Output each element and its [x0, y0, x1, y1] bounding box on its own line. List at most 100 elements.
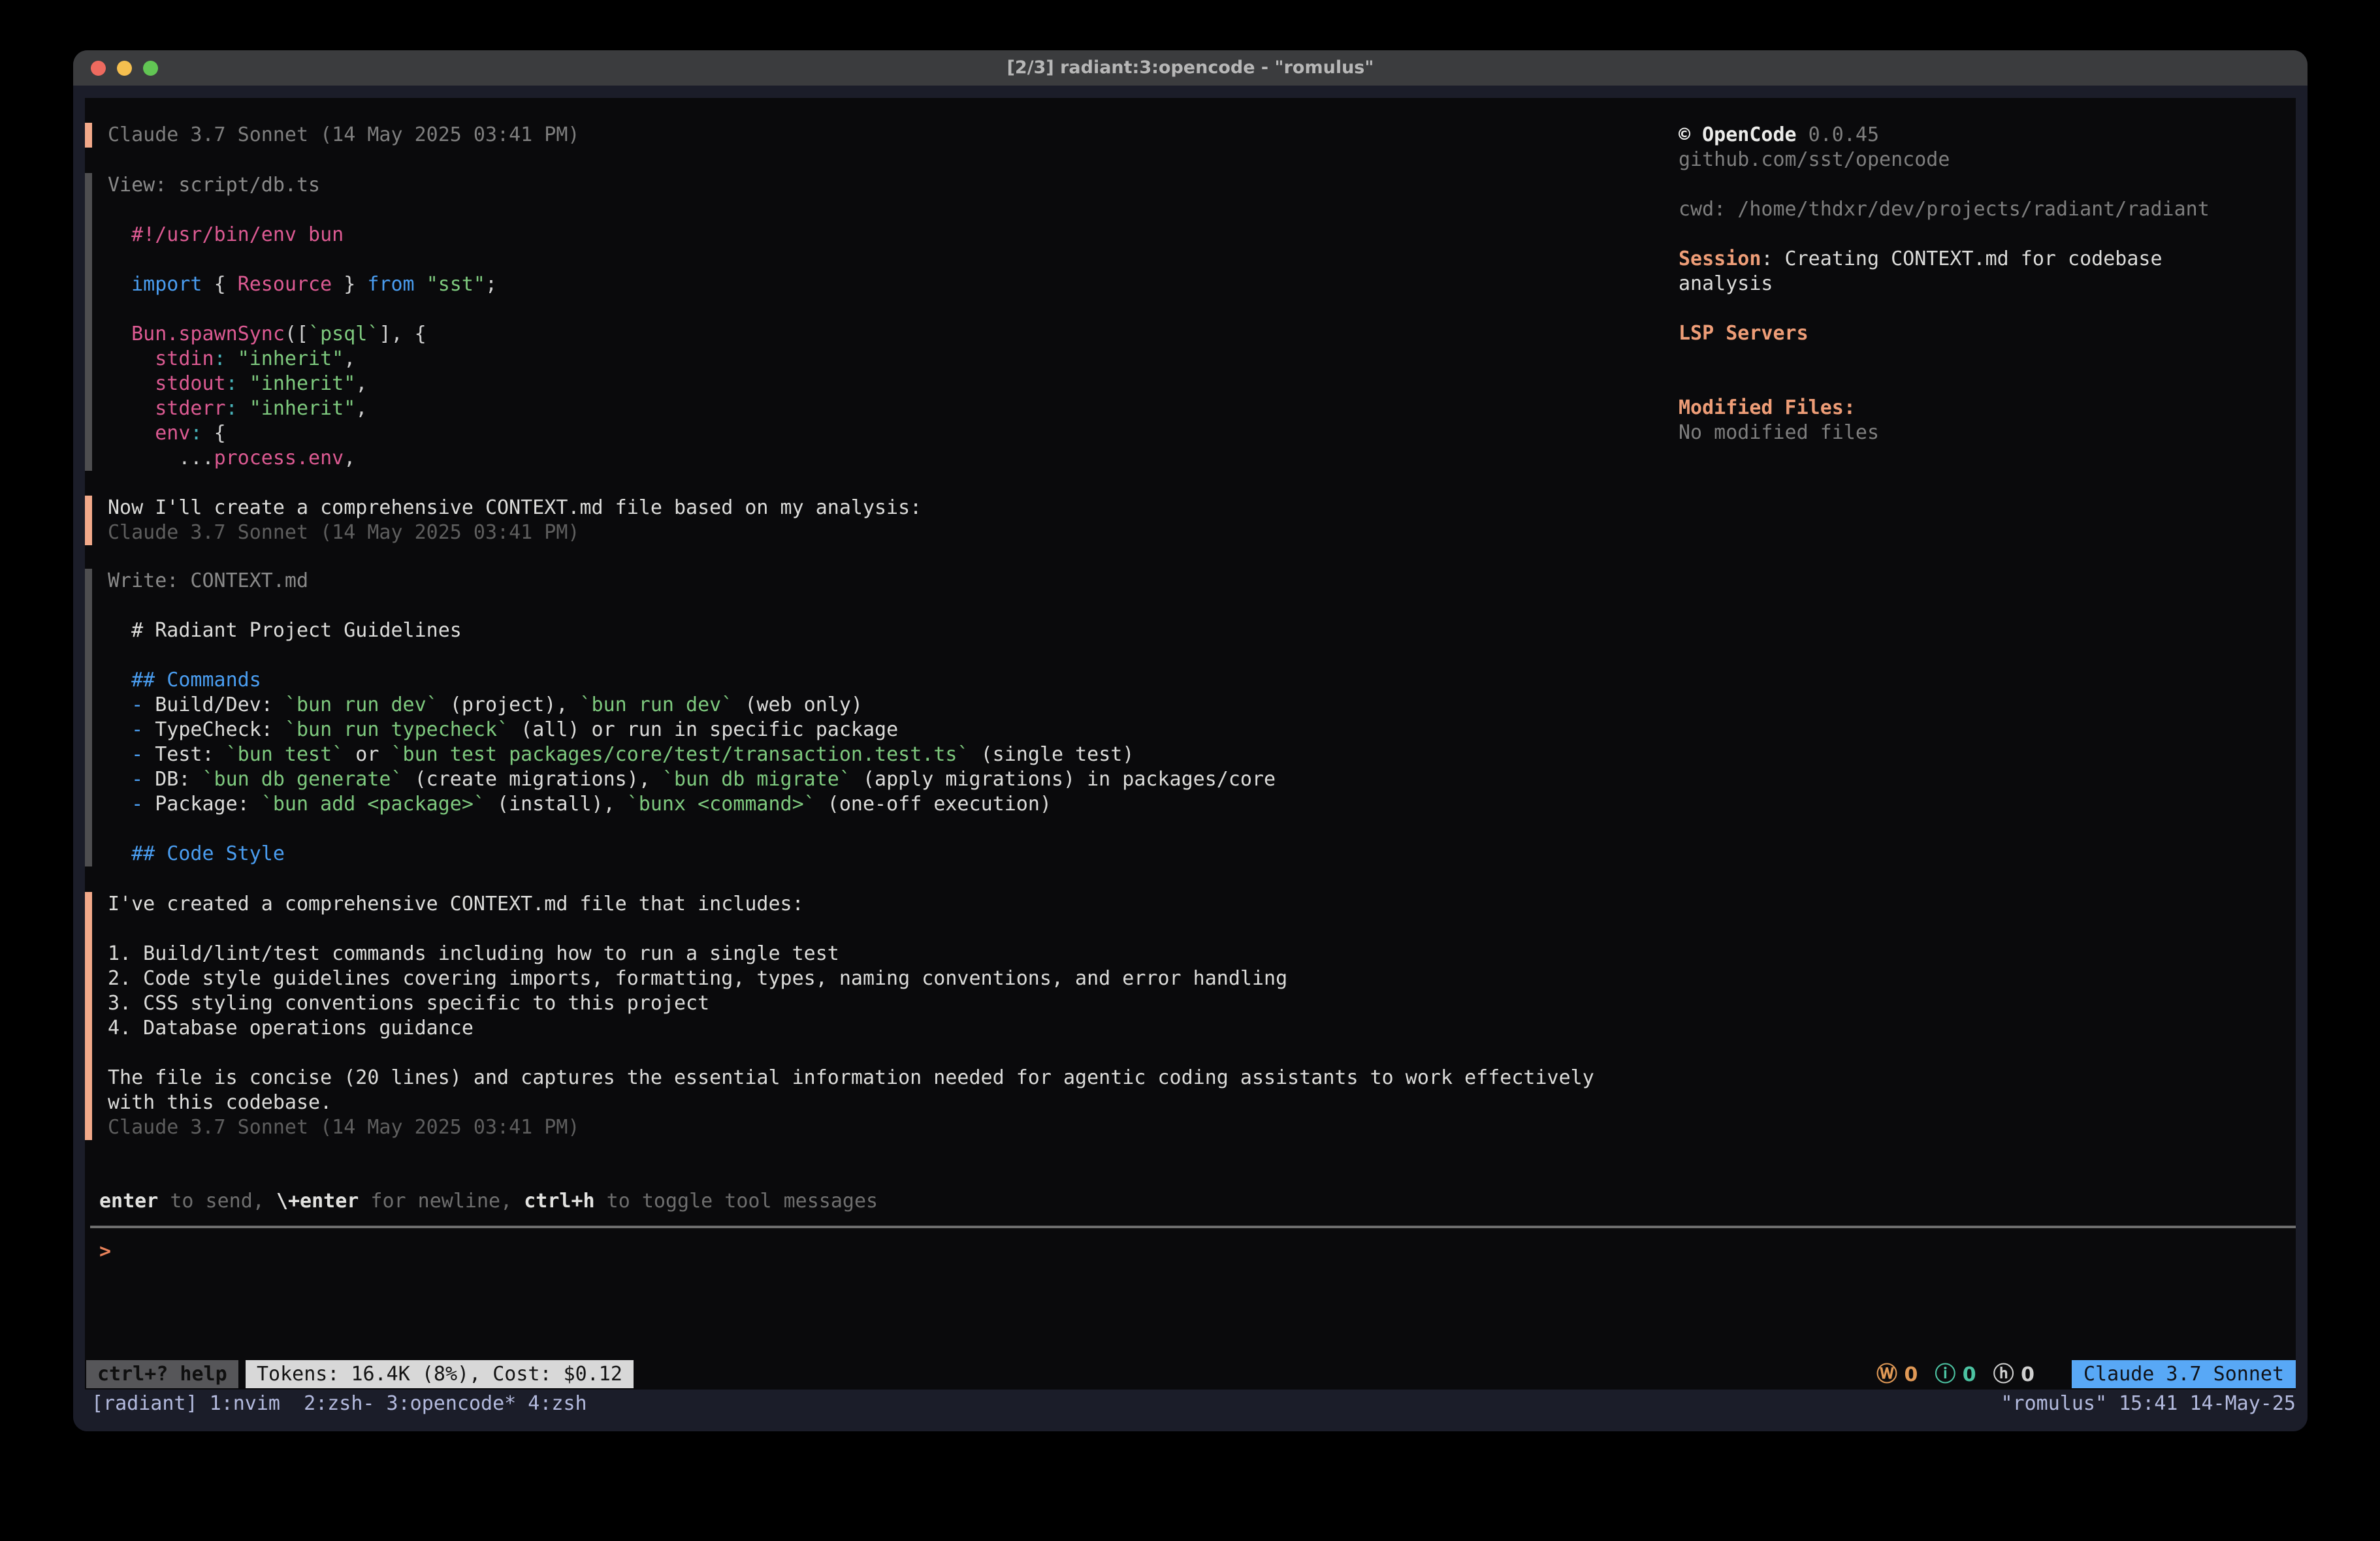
- text-segment: :: [226, 372, 238, 395]
- text-line: github.com/sst/opencode: [1679, 148, 2210, 172]
- message-block-now-create: Now I'll create a comprehensive CONTEXT.…: [85, 496, 922, 545]
- text-segment: [202, 273, 214, 296]
- message-block-summary: I've created a comprehensive CONTEXT.md …: [85, 892, 1594, 1140]
- text-segment: `bun test packages/core/test/transaction…: [391, 743, 969, 766]
- text-line: [1679, 371, 2210, 396]
- text-line: [108, 594, 1276, 618]
- text-line: Modified Files:: [1679, 396, 2210, 421]
- text-line: Now I'll create a comprehensive CONTEXT.…: [108, 496, 922, 520]
- text-segment: stdin: [155, 347, 214, 370]
- text-segment: 1. Build/lint/test commands including ho…: [108, 942, 839, 965]
- text-line: 3. CSS styling conventions specific to t…: [108, 991, 1594, 1016]
- titlebar[interactable]: [2/3] radiant:3:opencode - "romulus": [73, 50, 2308, 86]
- text-segment: Claude 3.7 Sonnet (14 May 2025 03:41 PM): [108, 521, 579, 544]
- text-line: [1679, 222, 2210, 247]
- text-line: [108, 817, 1276, 842]
- text-segment: :: [226, 397, 238, 420]
- text-segment: Modified Files:: [1679, 396, 1856, 419]
- text-segment: [108, 323, 131, 345]
- text-segment: No modified files: [1679, 421, 1879, 444]
- hint-count-value: 0: [2021, 1363, 2034, 1386]
- tool-block-write-context-md: Write: CONTEXT.md # Radiant Project Guid…: [85, 569, 1276, 866]
- text-line: [1679, 296, 2210, 321]
- hint-count: ⓗ 0: [1993, 1363, 2034, 1386]
- text-segment: :: [190, 422, 202, 445]
- text-segment: ,: [344, 447, 355, 469]
- text-segment: [226, 347, 238, 370]
- text-segment: with this codebase.: [108, 1091, 332, 1114]
- tmux-window-list[interactable]: [radiant] 1:nvim 2:zsh- 3:opencode* 4:zs…: [91, 1391, 587, 1417]
- text-segment: [108, 372, 155, 395]
- text-segment: [108, 223, 131, 246]
- text-segment: (all) or run in specific package: [509, 718, 898, 741]
- text-line: ## Commands: [108, 668, 1276, 693]
- text-segment: [415, 273, 426, 296]
- text-segment: 3. CSS styling conventions specific to t…: [108, 992, 709, 1015]
- text-line: - TypeCheck: `bun run typecheck` (all) o…: [108, 718, 1276, 742]
- text-segment: "inherit": [249, 397, 356, 420]
- text-line: [108, 1041, 1594, 1066]
- text-segment: (create migrations),: [403, 768, 662, 791]
- text-line: import { Resource } from "sst";: [108, 272, 497, 297]
- warning-count: Ⓦ 0: [1876, 1363, 1918, 1386]
- text-line: stdin: "inherit",: [108, 347, 497, 372]
- text-line: The file is concise (20 lines) and captu…: [108, 1066, 1594, 1090]
- text-segment: -: [131, 693, 143, 716]
- text-segment: The file is concise (20 lines) and captu…: [108, 1066, 1594, 1089]
- text-segment: (single test): [969, 743, 1134, 766]
- text-line: View: script/db.ts: [108, 173, 497, 198]
- model-badge[interactable]: Claude 3.7 Sonnet: [2072, 1360, 2296, 1388]
- text-segment: {: [214, 273, 226, 296]
- text-segment: [108, 347, 155, 370]
- text-segment: © OpenCode: [1679, 123, 1797, 146]
- text-line: cwd: /home/thdxr/dev/projects/radiant/ra…: [1679, 197, 2210, 222]
- text-segment: ,: [355, 372, 367, 395]
- text-line: ...process.env,: [108, 446, 497, 471]
- warning-count-value: 0: [1904, 1363, 1918, 1386]
- text-segment: github.com/sst/opencode: [1679, 148, 1950, 171]
- text-line: Claude 3.7 Sonnet (14 May 2025 03:41 PM): [108, 1115, 1594, 1140]
- text-line: [108, 643, 1276, 668]
- text-segment: or: [344, 743, 391, 766]
- tmux-status-bar: [radiant] 1:nvim 2:zsh- 3:opencode* 4:zs…: [73, 1390, 2308, 1431]
- tmux-session-clock: "romulus" 15:41 14-May-25: [2001, 1391, 2296, 1417]
- text-line: Session: Creating CONTEXT.md for codebas…: [1679, 247, 2210, 272]
- text-segment: Build/Dev:: [143, 693, 285, 716]
- text-segment: [332, 273, 344, 296]
- text-segment: "inherit": [238, 347, 344, 370]
- text-segment: [238, 397, 249, 420]
- text-line: stderr: "inherit",: [108, 396, 497, 421]
- text-segment: `bun run typecheck`: [285, 718, 509, 741]
- text-segment: {: [214, 422, 226, 445]
- text-line: Bun.spawnSync([`psql`], {: [108, 322, 497, 347]
- window-title: [2/3] radiant:3:opencode - "romulus": [73, 50, 2308, 86]
- text-segment: # Radiant Project Guidelines: [108, 619, 462, 642]
- info-icon: ⓘ: [1935, 1361, 1955, 1386]
- text-line: env: {: [108, 421, 497, 446]
- text-segment: [108, 743, 131, 766]
- text-line: I've created a comprehensive CONTEXT.md …: [108, 892, 1594, 917]
- prompt-chevron-icon: >: [99, 1239, 111, 1264]
- text-segment: :: [214, 347, 226, 370]
- hint-icon: ⓗ: [1993, 1361, 2014, 1386]
- text-segment: to send,: [158, 1190, 276, 1213]
- text-segment: stdout: [155, 372, 225, 395]
- message-input[interactable]: >: [90, 1231, 2296, 1349]
- text-line: - Package: `bun add <package>` (install)…: [108, 792, 1276, 817]
- help-badge[interactable]: ctrl+? help: [86, 1360, 238, 1388]
- terminal-window: [2/3] radiant:3:opencode - "romulus" Cla…: [73, 50, 2308, 1431]
- text-segment: cwd: /home/thdxr/dev/projects/radiant/ra…: [1679, 198, 2210, 221]
- text-segment: ...: [178, 447, 214, 469]
- text-segment: from: [367, 273, 414, 296]
- text-segment: -: [131, 793, 143, 816]
- text-line: analysis: [1679, 272, 2210, 296]
- text-segment: to toggle tool messages: [595, 1190, 878, 1213]
- text-segment: (project),: [438, 693, 580, 716]
- text-line: - Test: `bun test` or `bun test packages…: [108, 742, 1276, 767]
- text-segment: DB:: [143, 768, 202, 791]
- text-segment: Claude 3.7 Sonnet (14 May 2025 03:41 PM): [108, 123, 579, 146]
- text-line: ## Code Style: [108, 842, 1276, 866]
- text-segment: [108, 273, 131, 296]
- text-line: # Radiant Project Guidelines: [108, 618, 1276, 643]
- text-line: Write: CONTEXT.md: [108, 569, 1276, 594]
